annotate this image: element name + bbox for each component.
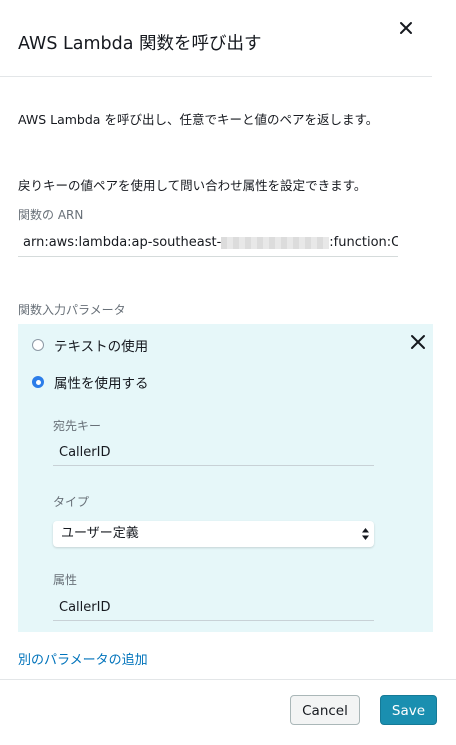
radio-use-text[interactable]: テキストの使用	[32, 335, 148, 355]
input-params-label: 関数入力パラメータ	[18, 303, 126, 317]
type-label: タイプ	[53, 495, 90, 509]
radio-use-attribute[interactable]: 属性を使用する	[32, 372, 149, 392]
type-select-value: ユーザー定義	[61, 526, 139, 541]
attribute-label: 属性	[53, 573, 78, 587]
radio-checked-icon[interactable]	[32, 376, 44, 388]
arn-value-suffix: :function:Cu	[329, 235, 398, 250]
arn-input[interactable]: arn:aws:lambda:ap-southeast- :function:Cu	[18, 229, 398, 257]
close-icon[interactable]	[409, 333, 427, 351]
destination-key-label: 宛先キー	[53, 419, 102, 433]
select-arrows-icon	[362, 528, 369, 540]
radio-use-attribute-label: 属性を使用する	[54, 376, 149, 392]
dialog-title: AWS Lambda 関数を呼び出す	[18, 34, 262, 54]
cancel-button[interactable]: Cancel	[290, 695, 360, 725]
radio-use-text-label: テキストの使用	[54, 339, 149, 355]
type-select[interactable]: ユーザー定義	[53, 521, 374, 547]
lambda-dialog: AWS Lambda 関数を呼び出す AWS Lambda を呼び出し、任意でキ…	[0, 0, 456, 745]
arn-label: 関数の ARN	[18, 208, 84, 222]
redacted-segment	[221, 236, 330, 249]
parameter-panel	[18, 324, 433, 632]
footer-divider	[0, 679, 456, 680]
close-icon[interactable]	[396, 18, 416, 38]
description-line-1: AWS Lambda を呼び出し、任意でキーと値のペアを返します。	[18, 112, 379, 127]
dialog-header: AWS Lambda 関数を呼び出す	[0, 0, 432, 77]
attribute-input[interactable]: CallerID	[53, 595, 374, 621]
radio-unchecked-icon[interactable]	[32, 339, 44, 351]
add-parameter-link[interactable]: 別のパラメータの追加	[18, 649, 148, 668]
arn-value-prefix: arn:aws:lambda:ap-southeast-	[23, 235, 222, 250]
description-line-2: 戻りキーの値ペアを使用して問い合わせ属性を設定できます。	[18, 178, 367, 193]
destination-key-input[interactable]: CallerID	[53, 440, 374, 466]
save-button[interactable]: Save	[380, 695, 437, 725]
